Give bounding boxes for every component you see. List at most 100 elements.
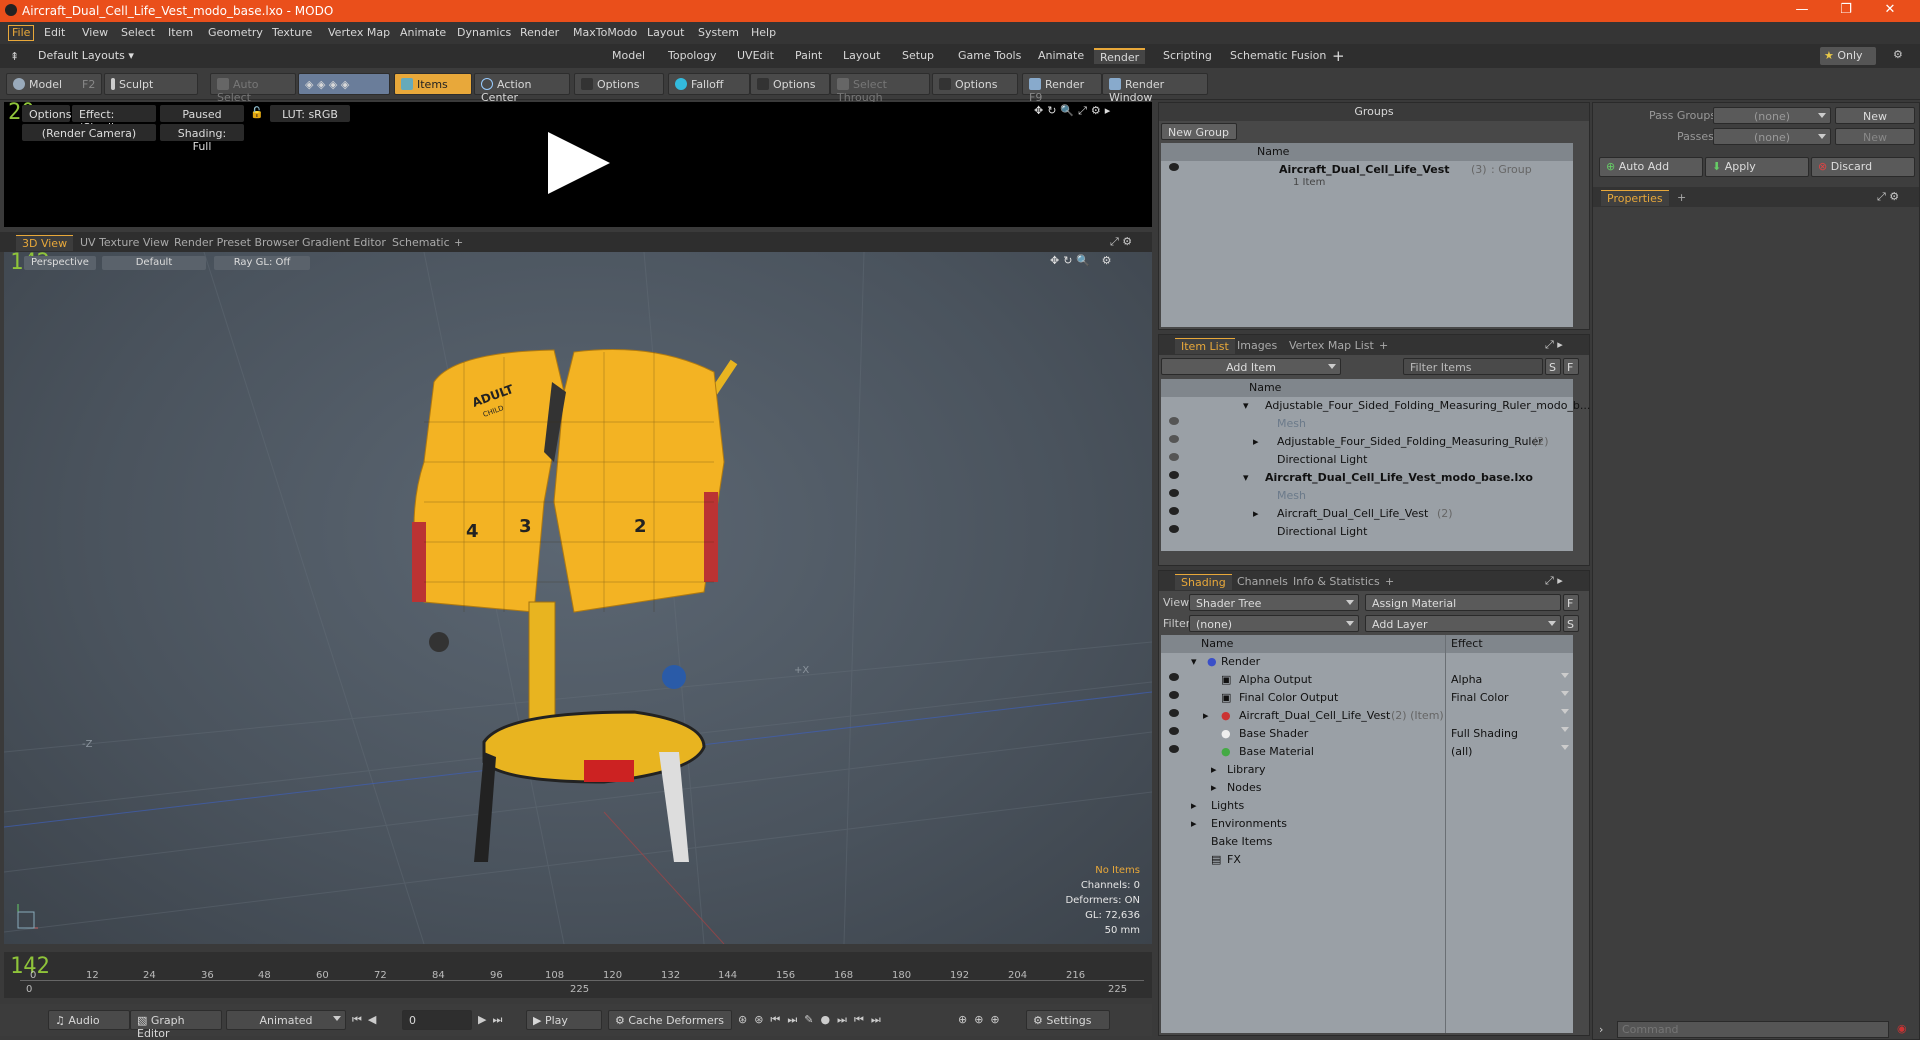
render-camera-dropdown[interactable]: (Render Camera) xyxy=(22,124,156,141)
visibility-icon[interactable] xyxy=(1169,525,1179,533)
shading-s-toggle[interactable]: S xyxy=(1563,615,1579,632)
timeline[interactable]: 142 0 12 24 36 48 60 72 84 96 108 120 13… xyxy=(4,952,1152,998)
menu-file[interactable]: File xyxy=(8,25,35,41)
sculpt-button[interactable]: Sculpt xyxy=(104,73,198,95)
tab-channels[interactable]: Channels xyxy=(1231,574,1294,589)
audio-button[interactable]: ♫ Audio xyxy=(48,1010,130,1030)
list-item[interactable]: ▸ Aircraft_Dual_Cell_Life_Vest (2) xyxy=(1161,505,1573,523)
shader-row[interactable]: ▸ Lights xyxy=(1161,797,1573,815)
menu-render[interactable]: Render xyxy=(520,26,559,39)
visibility-icon[interactable] xyxy=(1169,507,1179,515)
menu-select[interactable]: Select xyxy=(121,26,155,39)
render-paused-button[interactable]: Paused xyxy=(160,105,244,122)
perspective-dropdown[interactable]: Perspective xyxy=(24,256,96,270)
menu-edit[interactable]: Edit xyxy=(44,26,65,39)
minimize-icon[interactable]: — xyxy=(1782,2,1822,20)
groups-list[interactable]: Name Aircraft_Dual_Cell_Life_Vest (3) : … xyxy=(1161,143,1573,327)
apply-button[interactable]: ⬇ Apply xyxy=(1705,157,1809,177)
add-shading-tab-icon[interactable]: + xyxy=(1379,574,1400,589)
shader-row[interactable]: ▤ FX xyxy=(1161,851,1573,869)
pass-groups-dropdown[interactable]: (none) xyxy=(1713,107,1831,124)
tab-paint[interactable]: Paint xyxy=(789,48,828,64)
filter-items-input[interactable]: Filter Items xyxy=(1403,358,1543,375)
close-icon[interactable]: ✕ xyxy=(1870,2,1910,20)
visibility-icon[interactable] xyxy=(1169,453,1179,461)
render-shading-dropdown[interactable]: Shading: Full xyxy=(160,124,244,153)
tab-scripting[interactable]: Scripting xyxy=(1157,48,1218,64)
command-input[interactable] xyxy=(1617,1021,1889,1038)
tab-schematic-fusion[interactable]: Schematic Fusion xyxy=(1224,48,1332,64)
tab-3d-view[interactable]: 3D View xyxy=(16,235,74,251)
life-vest-model[interactable]: ADULT CHILD 2 3 4 xyxy=(404,342,774,862)
add-itemlist-tab-icon[interactable]: + xyxy=(1373,338,1394,353)
menu-geometry[interactable]: Geometry xyxy=(208,26,263,39)
only-toggle[interactable]: ★ Only xyxy=(1820,47,1876,65)
lut-dropdown[interactable]: LUT: sRGB xyxy=(270,105,350,122)
default-dropdown[interactable]: Default xyxy=(102,256,206,270)
menu-dynamics[interactable]: Dynamics xyxy=(457,26,511,39)
group-row[interactable]: Aircraft_Dual_Cell_Life_Vest (3) : Group… xyxy=(1161,161,1573,195)
3d-viewport[interactable]: 142 Perspective Default Ray GL: Off ✥↻🔍 … xyxy=(4,250,1152,944)
transport-next-icons[interactable]: ▶⏭ xyxy=(478,1013,508,1027)
menu-system[interactable]: System xyxy=(698,26,739,39)
tab-properties[interactable]: Properties xyxy=(1601,190,1669,206)
raygl-dropdown[interactable]: Ray GL: Off xyxy=(214,256,310,270)
list-item[interactable]: Directional Light xyxy=(1161,451,1573,469)
tab-vertex-map-list[interactable]: Vertex Map List xyxy=(1283,338,1380,353)
visibility-icon[interactable] xyxy=(1169,489,1179,497)
record-icons[interactable]: ⊕⊕⊕ xyxy=(958,1013,1007,1026)
shader-row[interactable]: ▸ ● Aircraft_Dual_Cell_Life_Vest (2) (Item) xyxy=(1161,707,1573,725)
play-button[interactable]: ▶ Play xyxy=(526,1010,602,1030)
tab-item-list[interactable]: Item List xyxy=(1175,338,1235,354)
add-properties-tab-icon[interactable]: + xyxy=(1671,190,1692,205)
selection-mode-group[interactable]: ◈ ◈ ◈ ◈ xyxy=(298,73,390,95)
tab-images[interactable]: Images xyxy=(1231,338,1283,353)
gear-icon[interactable]: ⚙ xyxy=(1893,48,1903,61)
command-stop-icon[interactable]: ◉ xyxy=(1897,1022,1907,1035)
shader-row[interactable]: ▾ ● Render xyxy=(1161,653,1573,671)
tab-render[interactable]: Render xyxy=(1094,48,1146,64)
menu-layout[interactable]: Layout xyxy=(647,26,684,39)
cache-deformers-button[interactable]: ⚙ Cache Deformers xyxy=(608,1010,732,1030)
shader-row[interactable]: ▸ Library xyxy=(1161,761,1573,779)
auto-add-button[interactable]: ⊕ Auto Add xyxy=(1599,157,1703,177)
shader-row[interactable]: ▸ Nodes xyxy=(1161,779,1573,797)
transport-prev-icons[interactable]: ⏮◀ xyxy=(352,1013,382,1027)
render-view-controls[interactable]: ✥↻🔍⤢⚙▸ xyxy=(1034,104,1114,118)
tab-schematic[interactable]: Schematic xyxy=(386,235,456,251)
auto-select-button[interactable]: Auto Select xyxy=(210,73,296,104)
new-pass-group-button[interactable]: New xyxy=(1835,107,1915,124)
visibility-icon[interactable] xyxy=(1169,709,1179,717)
menu-item[interactable]: Item xyxy=(168,26,193,39)
shader-tree[interactable]: Name Effect ▾ ● Render ▣ Alpha Output Alpha ▣… xyxy=(1161,635,1573,1033)
shader-row[interactable]: ● Base Shader Full Shading xyxy=(1161,725,1573,743)
assign-material-button[interactable]: Assign Material xyxy=(1365,594,1561,611)
tab-layout[interactable]: Layout xyxy=(837,48,886,64)
itemlist-expand-icon[interactable]: ⤢ ▸ xyxy=(1545,338,1563,352)
add-item-dropdown[interactable]: Add Item xyxy=(1161,358,1341,375)
default-layouts-dropdown[interactable]: Default Layouts ▾ xyxy=(38,49,134,62)
viewport-expand-icon[interactable]: ⤢ ⚙ xyxy=(1110,235,1132,249)
lock-icon[interactable]: 🔓 xyxy=(250,106,264,119)
passes-dropdown[interactable]: (none) xyxy=(1713,128,1831,145)
add-view-tab-icon[interactable]: + xyxy=(448,235,469,251)
list-item[interactable]: Directional Light xyxy=(1161,523,1573,541)
visibility-icon[interactable] xyxy=(1169,745,1179,753)
visibility-icon[interactable] xyxy=(1169,673,1179,681)
items-mode-button[interactable]: Items xyxy=(394,73,472,95)
options-button-1[interactable]: Options xyxy=(574,73,664,95)
visibility-icon[interactable] xyxy=(1169,691,1179,699)
shader-row[interactable]: Bake Items xyxy=(1161,833,1573,851)
visibility-icon[interactable] xyxy=(1169,435,1179,443)
visibility-icon[interactable] xyxy=(1169,163,1179,171)
discard-button[interactable]: ⊗ Discard xyxy=(1811,157,1915,177)
filter-f-toggle[interactable]: F xyxy=(1563,358,1579,375)
tab-setup[interactable]: Setup xyxy=(896,48,940,64)
tab-render-preset-browser[interactable]: Render Preset Browser xyxy=(168,235,305,251)
options-button-2[interactable]: Options xyxy=(750,73,830,95)
restore-icon[interactable]: ❐ xyxy=(1826,2,1866,20)
visibility-icon[interactable] xyxy=(1169,417,1179,425)
render-button[interactable]: Render F9 xyxy=(1022,73,1102,104)
item-list[interactable]: Name ▾ Adjustable_Four_Sided_Folding_Meas… xyxy=(1161,379,1590,551)
list-item[interactable]: ▸ Adjustable_Four_Sided_Folding_Measuring… xyxy=(1161,433,1573,451)
